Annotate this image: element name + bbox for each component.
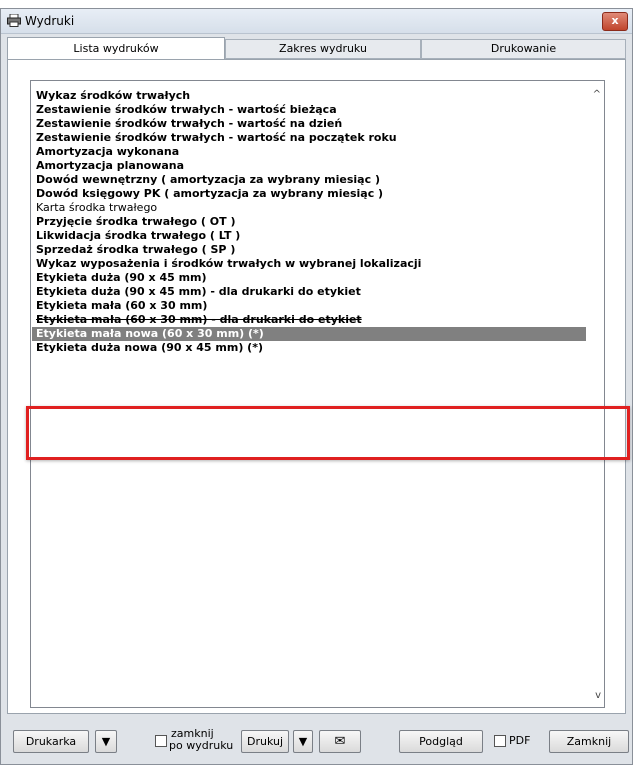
report-listbox[interactable]: Wykaz środków trwałych Zestawienie środk… — [30, 80, 605, 708]
printer-icon — [7, 14, 21, 27]
list-item[interactable]: Etykieta mała (60 x 30 mm) - dla drukark… — [32, 313, 586, 327]
list-item-selected[interactable]: Etykieta mała nowa (60 x 30 mm) (*) — [32, 327, 586, 341]
list-item[interactable]: Zestawienie środków trwałych - wartość n… — [32, 131, 586, 145]
title-bar: Wydruki x — [1, 9, 632, 34]
list-item[interactable]: Amortyzacja wykonana — [32, 145, 586, 159]
list-item[interactable]: Wykaz wyposażenia i środków trwałych w w… — [32, 257, 586, 271]
tab-zakres-wydruku[interactable]: Zakres wydruku — [225, 39, 421, 59]
report-list: Wykaz środków trwałych Zestawienie środk… — [32, 89, 586, 355]
email-icon[interactable]: ✉ — [319, 730, 361, 753]
list-item[interactable]: Likwidacja środka trwałego ( LT ) — [32, 229, 586, 243]
pdf-label: PDF — [509, 734, 531, 747]
tab-panel: Wykaz środków trwałych Zestawienie środk… — [7, 59, 630, 714]
close-icon[interactable]: x — [602, 12, 628, 31]
print-dropdown-icon[interactable]: ▼ — [293, 730, 313, 753]
tab-drukowanie[interactable]: Drukowanie — [421, 39, 626, 59]
list-item[interactable]: Zestawienie środków trwałych - wartość b… — [32, 103, 586, 117]
scroll-down-icon[interactable]: v — [595, 690, 601, 701]
tab-lista-wydrukow[interactable]: Lista wydruków — [7, 37, 225, 59]
tab-strip: Lista wydruków Zakres wydruku Drukowanie — [7, 37, 626, 59]
scroll-up-icon[interactable]: ^ — [593, 89, 601, 100]
list-item[interactable]: Dowód wewnętrzny ( amortyzacja za wybran… — [32, 173, 586, 187]
close-after-print-checkbox[interactable] — [155, 735, 167, 747]
list-item[interactable]: Zestawienie środków trwałych - wartość n… — [32, 117, 586, 131]
print-dialog-window: Wydruki x Lista wydruków Zakres wydruku … — [0, 8, 633, 765]
printer-dropdown-icon[interactable]: ▼ — [95, 730, 117, 753]
list-item[interactable]: Amortyzacja planowana — [32, 159, 586, 173]
close-button[interactable]: Zamknij — [549, 730, 629, 753]
list-item[interactable]: Sprzedaż środka trwałego ( SP ) — [32, 243, 586, 257]
list-item[interactable]: Etykieta mała (60 x 30 mm) — [32, 299, 586, 313]
list-item[interactable]: Przyjęcie środka trwałego ( OT ) — [32, 215, 586, 229]
preview-button[interactable]: Podgląd — [399, 730, 483, 753]
list-item[interactable]: Etykieta duża (90 x 45 mm) - dla drukark… — [32, 285, 586, 299]
bottom-toolbar: Drukarka ▼ zamknij po wydruku Drukuj ▼ ✉… — [1, 722, 632, 762]
list-item[interactable]: Etykieta duża (90 x 45 mm) — [32, 271, 586, 285]
list-item[interactable]: Dowód księgowy PK ( amortyzacja za wybra… — [32, 187, 586, 201]
list-item[interactable]: Etykieta duża nowa (90 x 45 mm) (*) — [32, 341, 586, 355]
list-item[interactable]: Wykaz środków trwałych — [32, 89, 586, 103]
window-title: Wydruki — [25, 14, 75, 28]
list-item[interactable]: Karta środka trwałego — [32, 201, 586, 215]
printer-button[interactable]: Drukarka — [13, 730, 89, 753]
close-after-print-label-line2: po wydruku — [169, 739, 234, 752]
print-button[interactable]: Drukuj — [241, 730, 289, 753]
pdf-checkbox[interactable] — [494, 735, 506, 747]
